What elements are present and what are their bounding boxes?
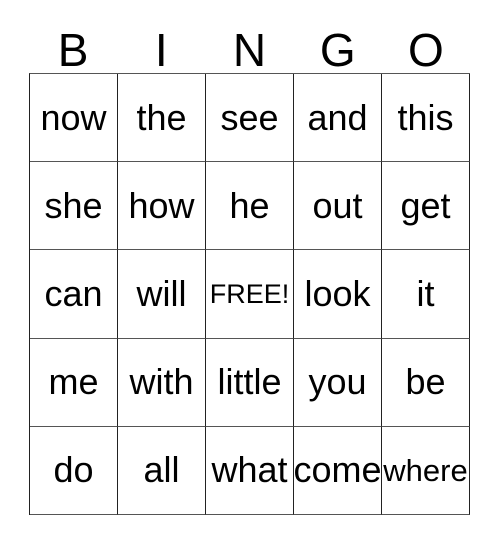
bingo-cell-word: she xyxy=(44,184,103,226)
bingo-cell-o5[interactable]: where xyxy=(382,426,470,516)
bingo-cell-i1[interactable]: the xyxy=(118,74,206,163)
bingo-cell-g2[interactable]: out xyxy=(294,162,382,251)
bingo-row: can will FREE! look it xyxy=(30,250,470,339)
bingo-cell-word: where xyxy=(383,452,468,488)
bingo-header-cell-o: O xyxy=(382,18,470,73)
bingo-cell-word: all xyxy=(143,449,180,491)
bingo-cell-word: now xyxy=(40,96,107,138)
bingo-cell-i5[interactable]: all xyxy=(118,426,206,516)
bingo-cell-word: how xyxy=(128,184,195,226)
bingo-cell-word: me xyxy=(48,361,99,403)
bingo-cell-o4[interactable]: be xyxy=(382,338,470,427)
bingo-row: she how he out get xyxy=(30,162,470,251)
bingo-header-letter-i: I xyxy=(154,24,168,76)
bingo-cell-i4[interactable]: with xyxy=(118,338,206,427)
bingo-cell-word: what xyxy=(211,449,288,491)
bingo-cell-b5[interactable]: do xyxy=(30,426,118,516)
bingo-cell-word: you xyxy=(308,361,367,403)
bingo-cell-b3[interactable]: can xyxy=(30,250,118,339)
bingo-header-row: B I N G O xyxy=(29,18,470,73)
bingo-cell-b1[interactable]: now xyxy=(30,74,118,163)
bingo-cell-n2[interactable]: he xyxy=(206,162,294,251)
bingo-cell-word: can xyxy=(44,273,103,314)
bingo-cell-o3[interactable]: it xyxy=(382,250,470,339)
bingo-cell-word: will xyxy=(136,273,187,314)
bingo-cell-word: out xyxy=(312,184,363,226)
bingo-cell-g4[interactable]: you xyxy=(294,338,382,427)
bingo-cell-word: little xyxy=(217,361,282,403)
bingo-row: now the see and this xyxy=(30,74,470,163)
bingo-header-cell-i: I xyxy=(117,18,205,73)
bingo-cell-word: be xyxy=(405,361,446,403)
bingo-cell-word: do xyxy=(53,449,94,491)
bingo-card: B I N G O now the see and this she how h… xyxy=(0,0,500,544)
bingo-cell-b4[interactable]: me xyxy=(30,338,118,427)
bingo-cell-word: and xyxy=(307,96,368,138)
bingo-cell-b2[interactable]: she xyxy=(30,162,118,251)
bingo-cell-word: this xyxy=(397,96,454,138)
bingo-cell-o2[interactable]: get xyxy=(382,162,470,251)
bingo-free-space-label: FREE! xyxy=(209,278,290,309)
bingo-cell-free-space[interactable]: FREE! xyxy=(206,250,294,339)
bingo-header-letter-b: B xyxy=(57,24,89,76)
bingo-cell-n1[interactable]: see xyxy=(206,74,294,163)
bingo-header-letter-o: O xyxy=(408,24,444,76)
bingo-cell-i2[interactable]: how xyxy=(118,162,206,251)
bingo-cell-word: come xyxy=(294,449,382,491)
bingo-header-cell-g: G xyxy=(294,18,382,73)
bingo-cell-g5[interactable]: come xyxy=(294,426,382,516)
bingo-cell-word: get xyxy=(400,184,451,226)
bingo-cell-o1[interactable]: this xyxy=(382,74,470,163)
bingo-cell-i3[interactable]: will xyxy=(118,250,206,339)
bingo-grid: now the see and this she how he out get … xyxy=(29,73,470,516)
bingo-cell-word: the xyxy=(136,96,187,138)
bingo-cell-g3[interactable]: look xyxy=(294,250,382,339)
bingo-header-cell-n: N xyxy=(205,18,293,73)
bingo-cell-word: with xyxy=(129,361,194,403)
bingo-cell-word: it xyxy=(416,273,435,314)
bingo-row: me with little you be xyxy=(30,338,470,427)
bingo-cell-word: he xyxy=(229,184,270,226)
bingo-header-cell-b: B xyxy=(29,18,117,73)
bingo-header-letter-g: G xyxy=(319,24,356,76)
bingo-cell-g1[interactable]: and xyxy=(294,74,382,163)
bingo-header-letter-n: N xyxy=(232,24,267,76)
bingo-cell-n5[interactable]: what xyxy=(206,426,294,516)
bingo-cell-n4[interactable]: little xyxy=(206,338,294,427)
bingo-cell-word: see xyxy=(220,96,279,138)
bingo-cell-word: look xyxy=(304,273,371,314)
bingo-row: do all what come where xyxy=(30,426,470,516)
